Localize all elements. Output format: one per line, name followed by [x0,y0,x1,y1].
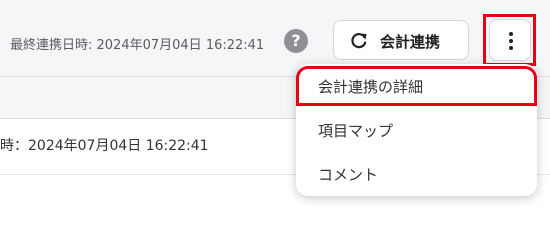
last-sync-datetime: 最終連携日時: 2024年07月04日 16:22:41 [10,38,265,53]
accounting-sync-button[interactable]: 会計連携 [333,20,469,60]
menu-item-label: コメント [318,166,379,184]
sync-datetime-text: 時：2024年07月04日 16:22:41 [0,138,209,154]
more-options-menu: 会計連携の詳細 項目マップ コメント [296,64,537,196]
menu-item-comment[interactable]: コメント [296,154,537,194]
more-options-button[interactable] [489,19,531,61]
accounting-sync-label: 会計連携 [380,33,441,51]
menu-item-label: 項目マップ [318,122,394,140]
menu-item-label: 会計連携の詳細 [318,78,424,96]
help-icon[interactable]: ? [284,29,308,53]
vertical-ellipsis-icon [509,32,513,50]
menu-item-field-mapping[interactable]: 項目マップ [296,110,537,150]
menu-item-sync-details[interactable]: 会計連携の詳細 [296,66,537,106]
refresh-icon [351,33,367,49]
